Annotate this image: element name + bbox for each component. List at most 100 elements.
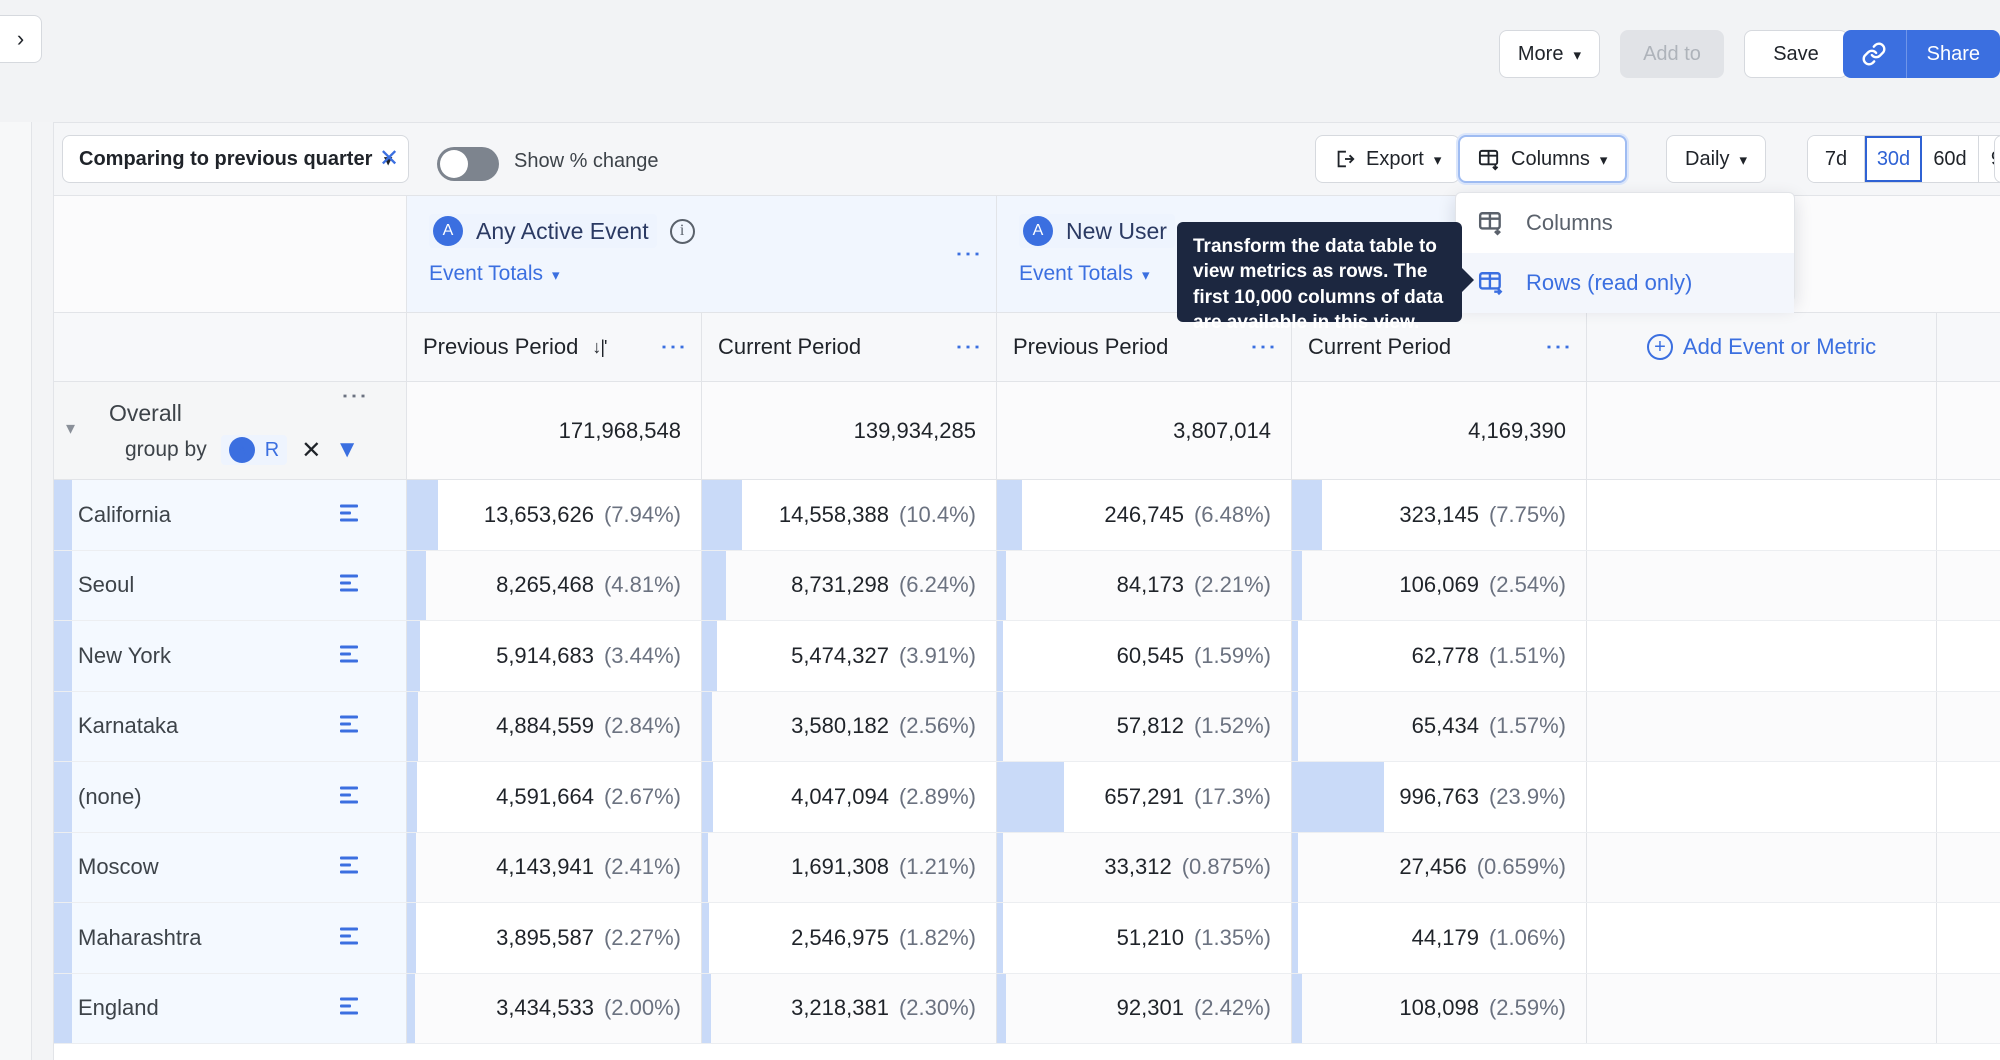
row-options-button[interactable]	[340, 997, 358, 1019]
column-header-current-period-1[interactable]: Current Period ⋮	[702, 313, 997, 381]
menu-item-columns-label: Columns	[1526, 210, 1613, 235]
plus-circle-icon: +	[1646, 334, 1673, 360]
row-options-button[interactable]	[340, 927, 358, 948]
cell-percent: (2.42%)	[1193, 995, 1271, 1021]
row-options-button[interactable]	[340, 856, 358, 878]
table-cell: 657,291 (17.3%)	[997, 762, 1292, 832]
close-icon: ✕	[379, 145, 400, 172]
share-button[interactable]: Share	[1907, 30, 2000, 78]
menu-item-columns[interactable]: Columns	[1456, 193, 1794, 253]
row-add-cell	[1587, 762, 1937, 832]
export-button[interactable]: Export ▾	[1315, 135, 1461, 183]
range-7d[interactable]: 7d	[1808, 136, 1865, 182]
granularity-select[interactable]: Daily ▾	[1666, 135, 1766, 183]
chevron-down-icon: ▾	[1433, 151, 1442, 169]
column-options-button[interactable]: ⋮	[954, 334, 984, 360]
row-tail	[1937, 550, 2000, 620]
remove-group-by-button[interactable]: ✕	[301, 436, 321, 465]
row-label: Moscow	[78, 854, 159, 880]
row-options-button[interactable]	[340, 645, 358, 666]
columns-label: Columns	[1511, 147, 1590, 170]
cell-percent: (0.875%)	[1181, 854, 1271, 880]
metric-name: Any Active Event	[476, 217, 649, 244]
filter-icon[interactable]: ▼	[335, 436, 359, 464]
info-icon[interactable]: i	[669, 218, 695, 244]
overall-value: 3,807,014	[1173, 417, 1271, 443]
save-button[interactable]: Save	[1744, 30, 1848, 78]
overall-value-cell: 171,968,548	[407, 382, 702, 479]
row-options-button[interactable]	[340, 574, 358, 596]
add-event-or-metric-button[interactable]: + Add Event or Metric	[1587, 313, 1937, 381]
table-body: California 13,653,626 (7.94%) 14,558,388 (10…	[54, 480, 2000, 1044]
compare-period-label: Comparing to previous quarter	[79, 147, 373, 170]
more-button[interactable]: More ▾	[1498, 30, 1600, 78]
table-cell: 4,884,559 (2.84%)	[407, 691, 702, 761]
group-by-control: group by A R ✕ ▼	[111, 435, 359, 465]
row-options-button[interactable]	[340, 786, 358, 807]
row-share-bar	[54, 762, 72, 832]
range-30d[interactable]: 30d	[1865, 136, 1922, 182]
expand-sidebar-button[interactable]: ›	[0, 15, 42, 63]
row-label-cell: Moscow	[54, 832, 407, 902]
compare-period-select[interactable]: Comparing to previous quarter ▾	[62, 135, 409, 183]
table-cell: 108,098 (2.59%)	[1292, 973, 1587, 1043]
cell-percent: (2.59%)	[1488, 995, 1566, 1021]
row-share-bar	[54, 621, 72, 691]
column-options-button[interactable]: ⋮	[659, 334, 689, 360]
cell-percent: (1.21%)	[898, 854, 976, 880]
table-row[interactable]: England 3,434,533 (2.00%) 3,218,381 (2.30%) 9…	[54, 973, 2000, 1044]
column-options-button[interactable]: ⋮	[1544, 334, 1574, 360]
overall-value: 4,169,390	[1468, 417, 1566, 443]
calendar-picker-button[interactable]: ▾	[1994, 135, 2000, 183]
metric-name-pill[interactable]: A Any Active Event	[429, 214, 657, 248]
cell-percent: (2.56%)	[898, 713, 976, 739]
metric-measure-select[interactable]: Event Totals ▾	[429, 262, 996, 286]
table-row[interactable]: New York 5,914,683 (3.44%) 5,474,327 (3.91%)…	[54, 621, 2000, 692]
cell-value: 323,145	[1399, 501, 1479, 527]
period-header-corner	[54, 313, 407, 381]
row-tail	[1937, 621, 2000, 691]
row-options-button[interactable]	[340, 715, 358, 737]
table-cell: 4,591,664 (2.67%)	[407, 762, 702, 832]
cell-value: 3,434,533	[496, 995, 594, 1021]
table-cell: 4,143,941 (2.41%)	[407, 832, 702, 902]
overall-options-button[interactable]: ⋮	[340, 383, 370, 409]
row-label-cell: Maharashtra	[54, 903, 407, 973]
table-row[interactable]: Moscow 4,143,941 (2.41%) 1,691,308 (1.21%) 33…	[54, 832, 2000, 903]
column-options-button[interactable]: ⋮	[1249, 334, 1279, 360]
sort-descending-icon[interactable]: ↓|'	[592, 337, 607, 358]
metric-options-button[interactable]: ⋮	[954, 241, 984, 267]
table-cell: 27,456 (0.659%)	[1292, 832, 1587, 902]
add-to-button[interactable]: Add to	[1620, 30, 1724, 78]
copy-link-button[interactable]	[1843, 30, 1907, 78]
menu-item-rows[interactable]: Rows (read only)	[1456, 253, 1794, 313]
row-share-bar	[54, 832, 72, 902]
table-row[interactable]: Maharashtra 3,895,587 (2.27%) 2,546,975 (1.8…	[54, 903, 2000, 974]
table-cell: 5,474,327 (3.91%)	[702, 621, 997, 691]
row-tail	[1937, 691, 2000, 761]
link-icon	[1862, 42, 1886, 66]
table-row[interactable]: Karnataka 4,884,559 (2.84%) 3,580,182 (2.56%…	[54, 691, 2000, 762]
column-header-prev-period-1[interactable]: Previous Period ↓|' ⋮	[407, 313, 702, 381]
collapse-overall-icon[interactable]: ▾	[66, 418, 75, 439]
row-options-button[interactable]	[340, 504, 358, 525]
cell-value: 51,210	[1116, 924, 1184, 950]
cell-value: 3,218,381	[791, 995, 889, 1021]
table-rows-icon	[1478, 272, 1503, 296]
range-60d[interactable]: 60d	[1922, 136, 1979, 182]
cell-percent: (2.54%)	[1488, 572, 1566, 598]
analysis-controls-bar: Comparing to previous quarter ▾ ✕ Show %…	[53, 122, 2000, 196]
clear-comparison-button[interactable]: ✕	[379, 147, 399, 171]
show-percent-change-toggle[interactable]	[437, 147, 499, 181]
metric-name-pill[interactable]: A New User	[1019, 214, 1175, 248]
row-add-cell	[1587, 480, 1937, 550]
table-row[interactable]: California 13,653,626 (7.94%) 14,558,388 (10…	[54, 480, 2000, 551]
row-label: Maharashtra	[78, 924, 202, 950]
row-label-corner	[54, 196, 407, 312]
group-by-property-pill[interactable]: A R	[220, 435, 288, 465]
cell-value: 108,098	[1399, 995, 1479, 1021]
table-row[interactable]: Seoul 8,265,468 (4.81%) 8,731,298 (6.24%) 84,…	[54, 550, 2000, 621]
columns-button[interactable]: Columns ▾	[1458, 135, 1628, 183]
metric-measure-label: Event Totals	[1019, 262, 1134, 285]
table-row[interactable]: (none) 4,591,664 (2.67%) 4,047,094 (2.89%) 65…	[54, 762, 2000, 833]
